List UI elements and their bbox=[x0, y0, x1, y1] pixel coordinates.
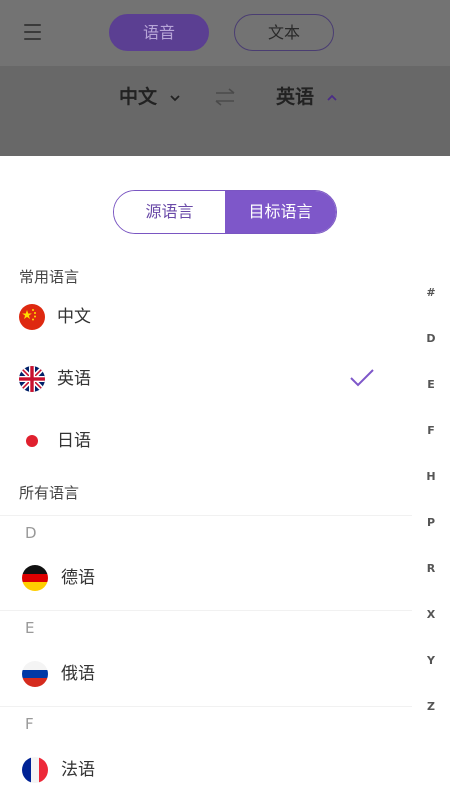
language-row-english[interactable]: 英语 bbox=[0, 360, 412, 404]
index-letter[interactable]: H bbox=[420, 470, 442, 483]
top-bar: 语音 文本 bbox=[0, 0, 450, 66]
index-letter[interactable]: P bbox=[420, 516, 442, 529]
language-name: 英语 bbox=[57, 369, 91, 389]
language-bar: 中文 英语 bbox=[0, 66, 450, 156]
common-languages-title: 常用语言 bbox=[19, 268, 80, 286]
language-direction-toggle: 源语言 目标语言 bbox=[113, 190, 337, 234]
language-row-russian[interactable]: 俄语 bbox=[0, 655, 412, 699]
index-letter[interactable]: # bbox=[420, 286, 442, 299]
language-select-sheet: 源语言 目标语言 常用语言 中文 英语 日语 所有语言 D 德语 E 俄语 F … bbox=[0, 156, 450, 802]
source-language-label: 中文 bbox=[119, 86, 158, 108]
index-letter[interactable]: R bbox=[420, 562, 442, 575]
germany-flag-icon bbox=[22, 565, 48, 591]
group-letter: F bbox=[25, 715, 34, 733]
voice-mode-tab[interactable]: 语音 bbox=[109, 14, 209, 51]
japan-flag-icon bbox=[19, 428, 45, 454]
language-name: 日语 bbox=[57, 431, 91, 451]
swap-arrows-icon[interactable] bbox=[214, 86, 236, 108]
hamburger-menu-icon[interactable] bbox=[24, 24, 41, 40]
all-languages-title: 所有语言 bbox=[19, 484, 80, 502]
index-letter[interactable]: F bbox=[420, 424, 442, 437]
uk-flag-icon bbox=[19, 366, 45, 392]
index-letter[interactable]: Z bbox=[420, 700, 442, 713]
language-row-chinese[interactable]: 中文 bbox=[0, 298, 412, 342]
source-language-tab[interactable]: 源语言 bbox=[114, 191, 225, 233]
source-language-picker[interactable]: 中文 bbox=[119, 84, 180, 110]
group-letter: D bbox=[25, 524, 37, 542]
language-name: 中文 bbox=[57, 307, 91, 327]
language-name: 法语 bbox=[61, 760, 95, 780]
index-letter[interactable]: X bbox=[420, 608, 442, 621]
language-name: 俄语 bbox=[61, 664, 95, 684]
chevron-down-icon bbox=[170, 94, 180, 101]
index-letter[interactable]: D bbox=[420, 332, 442, 345]
text-mode-tab[interactable]: 文本 bbox=[234, 14, 334, 51]
group-header-f: F bbox=[0, 706, 412, 737]
index-letter[interactable]: E bbox=[420, 378, 442, 391]
france-flag-icon bbox=[22, 757, 48, 783]
target-language-picker[interactable]: 英语 bbox=[276, 84, 337, 110]
group-header-e: E bbox=[0, 610, 412, 641]
language-row-german[interactable]: 德语 bbox=[0, 559, 412, 603]
russia-flag-icon bbox=[22, 661, 48, 687]
language-row-japanese[interactable]: 日语 bbox=[0, 422, 412, 466]
chevron-up-icon bbox=[327, 94, 337, 101]
index-letter[interactable]: Y bbox=[420, 654, 442, 667]
language-name: 德语 bbox=[61, 568, 95, 588]
check-icon bbox=[350, 369, 374, 387]
group-letter: E bbox=[25, 619, 35, 637]
china-flag-icon bbox=[19, 304, 45, 330]
group-header-d: D bbox=[0, 515, 412, 546]
target-language-tab[interactable]: 目标语言 bbox=[225, 191, 336, 233]
language-row-french[interactable]: 法语 bbox=[0, 751, 412, 795]
target-language-label: 英语 bbox=[276, 86, 315, 108]
